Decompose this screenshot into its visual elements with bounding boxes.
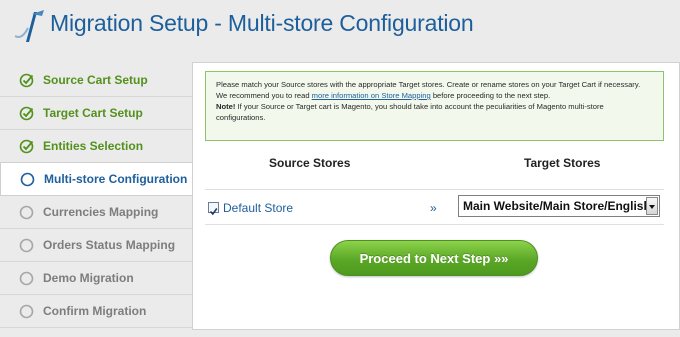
page-header: Migration Setup - Multi-store Configurat… xyxy=(0,0,680,52)
step-orders-status-mapping: Orders Status Mapping xyxy=(0,229,192,262)
step-multi-store-configuration[interactable]: Multi-store Configuration xyxy=(0,162,192,196)
step-label: Target Cart Setup xyxy=(43,106,143,120)
check-circle-icon xyxy=(19,106,34,121)
step-label: Entities Selection xyxy=(43,139,144,153)
target-stores-header: Target Stores xyxy=(524,156,601,170)
target-store-value: Main Website/Main Store/English xyxy=(463,199,651,213)
step-currencies-mapping: Currencies Mapping xyxy=(0,196,192,229)
store-mapping-link[interactable]: more information on Store Mapping xyxy=(312,91,431,100)
step-label: Orders Status Mapping xyxy=(43,238,176,252)
circle-icon xyxy=(19,304,34,319)
chevron-down-icon[interactable] xyxy=(646,197,658,215)
step-label: Source Cart Setup xyxy=(43,73,148,87)
notice-text: Please match your Source stores with the… xyxy=(216,80,641,100)
step-source-cart-setup[interactable]: Source Cart Setup xyxy=(0,64,192,97)
step-demo-migration: Demo Migration xyxy=(0,262,192,295)
steps-sidebar: Source Cart Setup Target Cart Setup Enti… xyxy=(0,64,192,328)
target-store-select[interactable]: Main Website/Main Store/English xyxy=(458,195,660,217)
mapping-arrow-icon: » xyxy=(430,201,437,215)
notice-note: Note! If your Source or Target cart is M… xyxy=(216,102,604,122)
step-target-cart-setup[interactable]: Target Cart Setup xyxy=(0,97,192,130)
step-entities-selection[interactable]: Entities Selection xyxy=(0,130,192,163)
store-mapping-row: Default Store » Main Website/Main Store/… xyxy=(205,189,664,225)
logo-icon xyxy=(14,10,44,42)
checkmark-icon xyxy=(209,208,218,216)
circle-icon xyxy=(19,271,34,286)
step-label: Confirm Migration xyxy=(43,304,147,318)
step-label: Demo Migration xyxy=(43,271,134,285)
check-circle-icon xyxy=(19,139,34,154)
circle-icon xyxy=(19,238,34,253)
info-notice: Please match your Source stores with the… xyxy=(205,71,664,141)
source-store-name: Default Store xyxy=(223,201,294,215)
step-label: Multi-store Configuration xyxy=(44,172,188,186)
note-label: Note! xyxy=(216,102,236,111)
step-confirm-migration: Confirm Migration xyxy=(0,295,192,328)
circle-icon xyxy=(19,205,34,220)
step-label: Currencies Mapping xyxy=(43,205,159,219)
source-stores-header: Source Stores xyxy=(269,156,351,170)
store-checkbox[interactable] xyxy=(208,202,219,216)
circle-icon xyxy=(20,172,35,187)
main-panel: Please match your Source stores with the… xyxy=(192,62,680,330)
proceed-next-step-button[interactable]: Proceed to Next Step »» xyxy=(330,240,538,276)
page-title: Migration Setup - Multi-store Configurat… xyxy=(50,10,474,36)
check-circle-icon xyxy=(19,73,34,88)
